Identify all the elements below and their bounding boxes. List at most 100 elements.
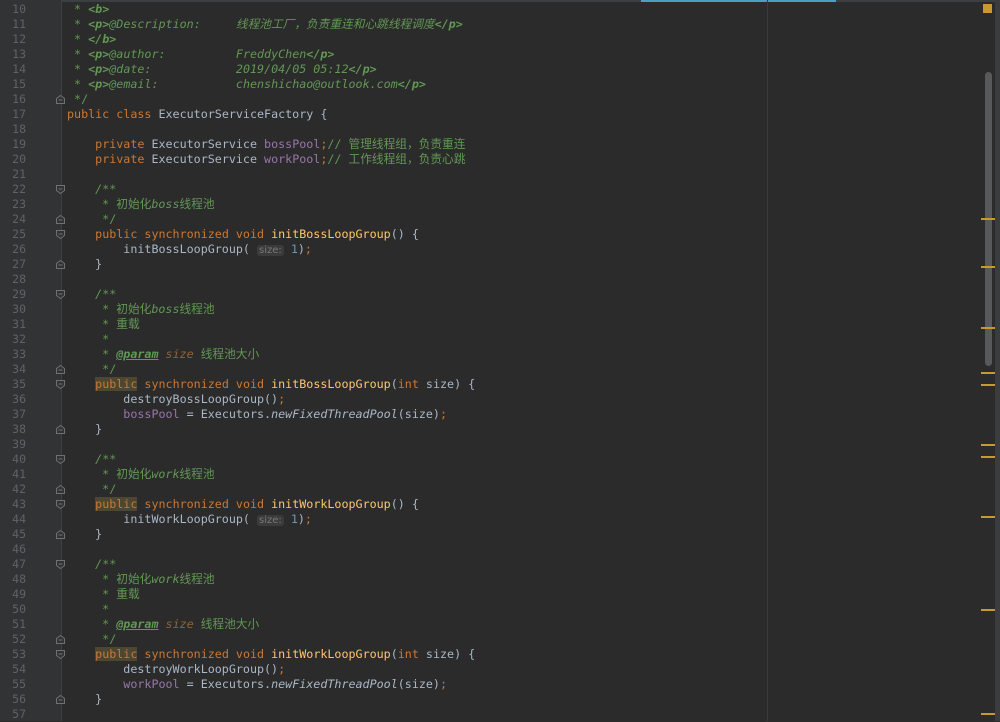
- code-line[interactable]: 18: [0, 122, 770, 137]
- code-line[interactable]: 40 /**: [0, 452, 770, 467]
- code-line[interactable]: 25 public synchronized void initBossLoop…: [0, 227, 770, 242]
- code-text[interactable]: * <p>@author: FreddyChen</p>: [67, 47, 334, 62]
- fold-end-icon[interactable]: [56, 695, 65, 704]
- code-text[interactable]: * <p>@date: 2019/04/05 05:12</p>: [67, 62, 377, 77]
- code-line[interactable]: 36 destroyBossLoopGroup();: [0, 392, 770, 407]
- code-line[interactable]: 29 /**: [0, 287, 770, 302]
- fold-end-icon[interactable]: [56, 425, 65, 434]
- code-text[interactable]: public synchronized void initWorkLoopGro…: [67, 497, 419, 512]
- fold-end-icon[interactable]: [56, 365, 65, 374]
- fold-end-icon[interactable]: [56, 260, 65, 269]
- code-line[interactable]: 44 initWorkLoopGroup( size: 1);: [0, 512, 770, 527]
- code-line[interactable]: 43 public synchronized void initWorkLoop…: [0, 497, 770, 512]
- code-line[interactable]: 39: [0, 437, 770, 452]
- code-editor[interactable]: 10 * <b>11 * <p>@Description: 线程池工厂，负责重连…: [0, 2, 770, 722]
- code-line[interactable]: 24 */: [0, 212, 770, 227]
- code-text[interactable]: }: [67, 527, 102, 542]
- code-line[interactable]: 26 initBossLoopGroup( size: 1);: [0, 242, 770, 257]
- code-text[interactable]: public class ExecutorServiceFactory {: [67, 107, 327, 122]
- code-line[interactable]: 31 * 重载: [0, 317, 770, 332]
- warning-marker[interactable]: [981, 266, 995, 268]
- code-line[interactable]: 35 public synchronized void initBossLoop…: [0, 377, 770, 392]
- code-text[interactable]: * 重载: [67, 317, 140, 332]
- code-text[interactable]: /**: [67, 452, 116, 467]
- code-text[interactable]: public synchronized void initBossLoopGro…: [67, 227, 419, 242]
- code-text[interactable]: * <p>@Description: 线程池工厂，负责重连和心跳线程调度</p>: [67, 17, 463, 32]
- code-line[interactable]: 10 * <b>: [0, 2, 770, 17]
- fold-start-icon[interactable]: [56, 185, 65, 194]
- code-line[interactable]: 47 /**: [0, 557, 770, 572]
- code-text[interactable]: * 初始化work线程池: [67, 572, 215, 587]
- code-line[interactable]: 34 */: [0, 362, 770, 377]
- code-line[interactable]: 13 * <p>@author: FreddyChen</p>: [0, 47, 770, 62]
- fold-start-icon[interactable]: [56, 230, 65, 239]
- code-line[interactable]: 51 * @param size 线程池大小: [0, 617, 770, 632]
- code-line[interactable]: 11 * <p>@Description: 线程池工厂，负责重连和心跳线程调度<…: [0, 17, 770, 32]
- code-line[interactable]: 16 */: [0, 92, 770, 107]
- code-line[interactable]: 27 }: [0, 257, 770, 272]
- code-text[interactable]: initBossLoopGroup( size: 1);: [67, 242, 312, 258]
- fold-start-icon[interactable]: [56, 500, 65, 509]
- code-line[interactable]: 46: [0, 542, 770, 557]
- code-line[interactable]: 33 * @param size 线程池大小: [0, 347, 770, 362]
- code-line[interactable]: 50 *: [0, 602, 770, 617]
- code-text[interactable]: */: [67, 92, 88, 107]
- code-line[interactable]: 15 * <p>@email: chenshichao@outlook.com<…: [0, 77, 770, 92]
- code-text[interactable]: * 初始化work线程池: [67, 467, 215, 482]
- fold-start-icon[interactable]: [56, 455, 65, 464]
- warning-marker[interactable]: [981, 456, 995, 458]
- fold-end-icon[interactable]: [56, 635, 65, 644]
- warning-marker[interactable]: [981, 372, 995, 374]
- code-text[interactable]: *: [67, 332, 109, 347]
- code-text[interactable]: *: [67, 602, 109, 617]
- code-line[interactable]: 56 }: [0, 692, 770, 707]
- warning-marker[interactable]: [981, 609, 995, 611]
- warning-marker[interactable]: [981, 516, 995, 518]
- code-text[interactable]: * <b>: [67, 2, 109, 17]
- code-text[interactable]: private ExecutorService bossPool;// 管理线程…: [67, 137, 465, 152]
- warning-marker[interactable]: [981, 444, 995, 446]
- code-line[interactable]: 54 destroyWorkLoopGroup();: [0, 662, 770, 677]
- code-text[interactable]: * @param size 线程池大小: [67, 617, 259, 632]
- code-line[interactable]: 41 * 初始化work线程池: [0, 467, 770, 482]
- code-text[interactable]: */: [67, 482, 116, 497]
- code-text[interactable]: bossPool = Executors.newFixedThreadPool(…: [67, 407, 447, 422]
- code-line[interactable]: 37 bossPool = Executors.newFixedThreadPo…: [0, 407, 770, 422]
- code-text[interactable]: }: [67, 692, 102, 707]
- code-text[interactable]: /**: [67, 557, 116, 572]
- fold-end-icon[interactable]: [56, 95, 65, 104]
- code-text[interactable]: */: [67, 362, 116, 377]
- code-text[interactable]: * <p>@email: chenshichao@outlook.com</p>: [67, 77, 426, 92]
- fold-start-icon[interactable]: [56, 290, 65, 299]
- fold-start-icon[interactable]: [56, 380, 65, 389]
- code-line[interactable]: 48 * 初始化work线程池: [0, 572, 770, 587]
- code-line[interactable]: 52 */: [0, 632, 770, 647]
- fold-end-icon[interactable]: [56, 485, 65, 494]
- fold-start-icon[interactable]: [56, 650, 65, 659]
- code-line[interactable]: 30 * 初始化boss线程池: [0, 302, 770, 317]
- inspection-warning-icon[interactable]: [983, 4, 992, 13]
- warning-marker[interactable]: [981, 384, 995, 386]
- code-text[interactable]: * 初始化boss线程池: [67, 302, 215, 317]
- code-line[interactable]: 53 public synchronized void initWorkLoop…: [0, 647, 770, 662]
- code-line[interactable]: 32 *: [0, 332, 770, 347]
- warning-marker[interactable]: [981, 327, 995, 329]
- code-line[interactable]: 38 }: [0, 422, 770, 437]
- code-line[interactable]: 42 */: [0, 482, 770, 497]
- code-line[interactable]: 23 * 初始化boss线程池: [0, 197, 770, 212]
- fold-end-icon[interactable]: [56, 215, 65, 224]
- code-line[interactable]: 22 /**: [0, 182, 770, 197]
- code-text[interactable]: private ExecutorService workPool;// 工作线程…: [67, 152, 465, 167]
- code-line[interactable]: 19 private ExecutorService bossPool;// 管…: [0, 137, 770, 152]
- scrollbar-track[interactable]: [995, 0, 1000, 721]
- code-line[interactable]: 55 workPool = Executors.newFixedThreadPo…: [0, 677, 770, 692]
- fold-start-icon[interactable]: [56, 560, 65, 569]
- code-line[interactable]: 20 private ExecutorService workPool;// 工…: [0, 152, 770, 167]
- code-line[interactable]: 12 * </b>: [0, 32, 770, 47]
- code-line[interactable]: 14 * <p>@date: 2019/04/05 05:12</p>: [0, 62, 770, 77]
- code-text[interactable]: * 初始化boss线程池: [67, 197, 215, 212]
- code-text[interactable]: /**: [67, 182, 116, 197]
- code-text[interactable]: public synchronized void initBossLoopGro…: [67, 377, 475, 392]
- code-line[interactable]: 28: [0, 272, 770, 287]
- code-text[interactable]: * 重载: [67, 587, 140, 602]
